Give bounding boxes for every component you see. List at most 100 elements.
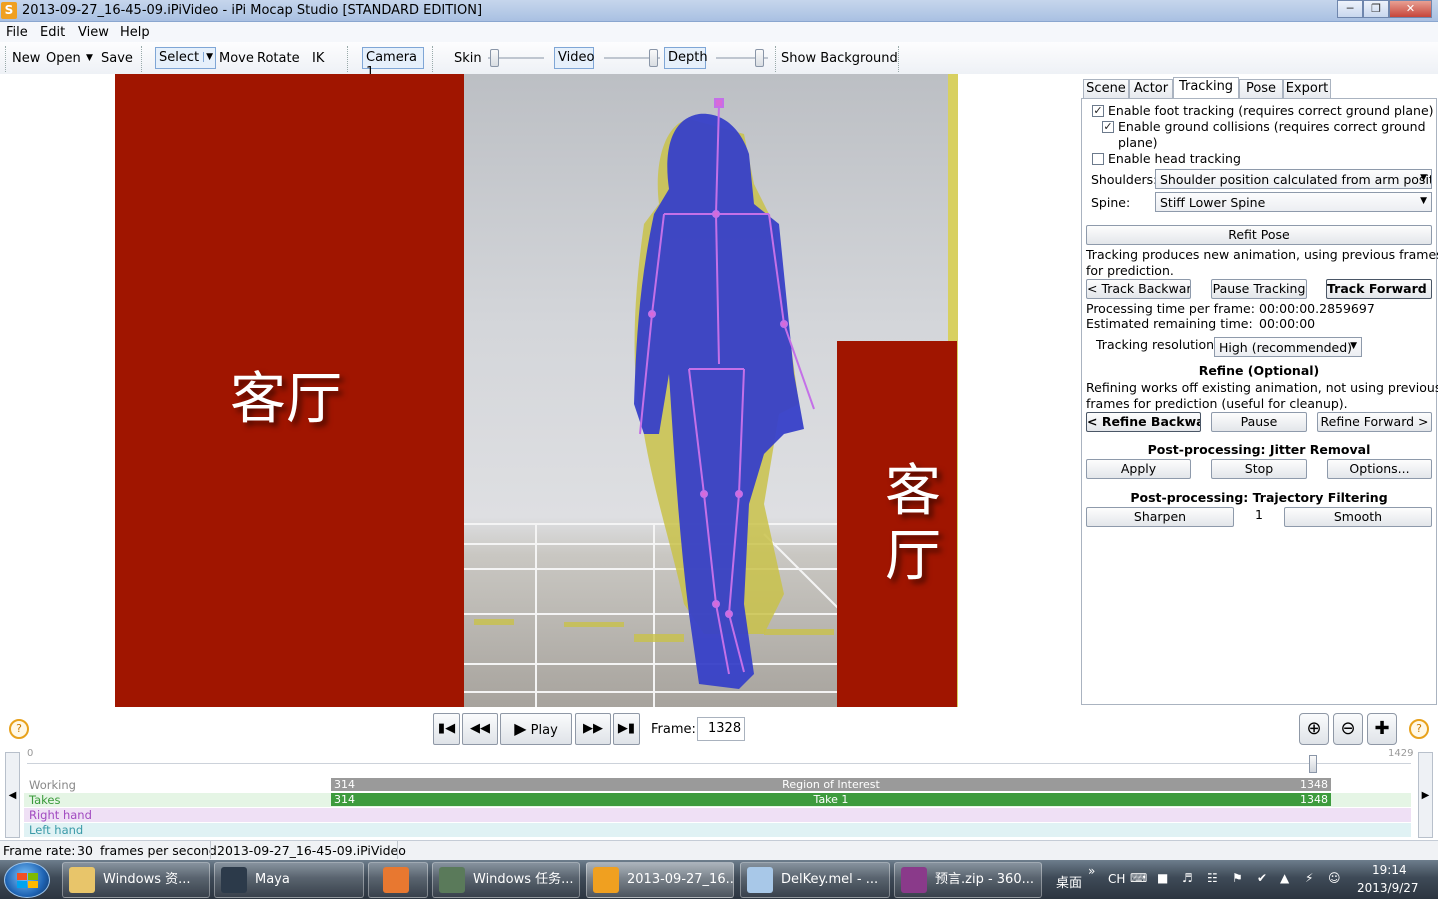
help-icon[interactable]: ? [1409,719,1429,739]
menu-view[interactable]: View [78,25,109,40]
tray-app-icon[interactable]: ■ [1157,871,1168,885]
refine-forward-button[interactable]: Refine Forward > [1317,412,1432,432]
taskbar-ipi-mocap[interactable]: 2013-09-27_16... [586,862,734,898]
tab-export[interactable]: Export [1283,79,1331,99]
tab-tracking[interactable]: Tracking [1173,77,1239,100]
refit-pose-button[interactable]: Refit Pose [1086,225,1432,245]
close-icon[interactable]: ✕ [1389,0,1432,18]
skip-start-icon: ▮◀ [437,721,456,736]
go-to-start-button[interactable]: ▮◀ [433,713,460,745]
tray-app-icon[interactable]: ▲ [1280,871,1289,885]
toolbar-grip[interactable] [0,46,6,72]
start-button[interactable] [4,862,50,898]
timeline-scroll-right[interactable]: ▶ [1418,752,1433,838]
toolbar-grip[interactable] [342,46,348,72]
minimize-icon[interactable]: ─ [1337,0,1363,18]
keyboard-icon[interactable]: ⌨ [1130,871,1147,885]
rewind-button[interactable]: ◀◀ [462,713,498,745]
refine-pause-button[interactable]: Pause [1211,412,1307,432]
smooth-button[interactable]: Smooth [1284,507,1432,527]
depth-button[interactable]: Depth [664,47,708,69]
fast-forward-button[interactable]: ▶▶ [575,713,611,745]
depth-slider[interactable] [716,49,768,67]
video-slider-knob[interactable] [649,49,658,67]
spine-select[interactable]: Stiff Lower Spine ▼ [1155,192,1432,212]
tracking-resolution-select[interactable]: High (recommended) ▼ [1214,337,1362,357]
depth-slider-knob[interactable] [755,49,764,67]
taskbar-delkey[interactable]: DelKey.mel - ... [740,862,890,898]
move-button[interactable]: Move [219,51,254,66]
power-icon[interactable]: ⚡ [1305,871,1313,885]
timeline-scroll-left[interactable]: ◀ [5,752,20,838]
video-slider[interactable] [604,49,660,67]
zoom-out-button[interactable]: ⊖ [1333,713,1363,745]
taskbar-maya[interactable]: Maya [214,862,364,898]
open-dropdown-icon[interactable]: ▼ [86,53,93,63]
track-forward-button[interactable]: Track Forward > [1326,279,1432,299]
track-backward-button[interactable]: < Track Backward [1086,279,1191,299]
go-to-end-button[interactable]: ▶▮ [613,713,640,745]
clock-time[interactable]: 19:14 [1372,863,1407,877]
row-label: Right hand [29,808,92,822]
select-dropdown-icon[interactable]: ▼ [203,52,213,62]
skin-slider-knob[interactable] [490,49,499,67]
taskbar-task-manager[interactable]: Windows 任务... [432,862,580,898]
toolbar-grip[interactable] [770,46,776,72]
camera-button[interactable]: Camera 1 [362,47,424,80]
video-button[interactable]: Video [554,47,594,69]
head-tracking-checkbox[interactable] [1092,153,1104,165]
region-of-interest-bar[interactable]: 314 Region of Interest 1348 [331,778,1331,791]
new-button[interactable]: New [12,51,40,66]
maximize-icon[interactable]: ❐ [1363,0,1389,18]
clock-date[interactable]: 2013/9/27 [1357,881,1419,895]
shoulders-select[interactable]: Shoulder position calculated from arm po… [1155,169,1432,189]
3d-viewport[interactable]: 客厅 客 厅 [115,74,958,707]
shield-icon[interactable]: ✔ [1257,871,1267,885]
tab-pose[interactable]: Pose [1239,79,1283,99]
taskbar-app[interactable] [368,862,428,898]
pause-tracking-button[interactable]: Pause Tracking [1211,279,1307,299]
rotate-button[interactable]: Rotate [257,51,300,66]
watermark-panel-right: 客 厅 [837,341,957,707]
toolbar-grip[interactable] [427,46,433,72]
language-indicator[interactable]: CH [1108,872,1125,886]
save-button[interactable]: Save [101,51,133,66]
play-button[interactable]: ▶ Play [500,713,572,745]
tab-scene[interactable]: Scene [1083,79,1129,99]
sharpen-button[interactable]: Sharpen [1086,507,1234,527]
network-icon[interactable]: ☷ [1207,871,1218,885]
refine-backward-button[interactable]: < Refine Backward [1086,412,1201,432]
security-icon[interactable]: ⚑ [1232,871,1243,885]
taskbar-zip[interactable]: 预言.zip - 360... [894,862,1042,898]
toolbar-grip[interactable] [136,46,142,72]
help-icon[interactable]: ? [9,719,29,739]
timeline[interactable]: 0 1429 Working 314 Region of Interest 13… [24,748,1414,840]
skin-slider[interactable] [488,49,544,67]
toolbar-expand-icon[interactable]: » [1088,864,1095,878]
show-background-button[interactable]: Show Background [781,51,898,66]
menu-edit[interactable]: Edit [40,25,65,40]
tab-actor[interactable]: Actor [1129,79,1173,99]
ik-button[interactable]: IK [312,51,324,66]
zoom-in-button[interactable]: ⊕ [1299,713,1329,745]
ground-collisions-checkbox[interactable]: ✓ [1102,121,1114,133]
fit-timeline-button[interactable]: ✚ [1367,713,1397,745]
options-button[interactable]: Options... [1327,459,1432,479]
menu-file[interactable]: File [6,25,28,40]
select-button[interactable]: Select ▼ [155,47,216,69]
foot-tracking-checkbox[interactable]: ✓ [1092,105,1104,117]
stop-button[interactable]: Stop [1211,459,1307,479]
apply-button[interactable]: Apply [1086,459,1191,479]
timeline-cursor[interactable] [1309,755,1317,773]
menu-help[interactable]: Help [120,25,150,40]
frame-input[interactable]: 1328 [697,717,745,741]
take-bar[interactable]: 314 Take 1 1348 [331,793,1331,806]
row-label: Left hand [29,823,84,837]
open-button[interactable]: Open [46,51,81,66]
volume-icon[interactable]: ♬ [1182,871,1193,885]
toolbar-grip[interactable] [893,46,899,72]
smiley-icon[interactable]: ☺ [1328,871,1341,885]
head-tracking-label: Enable head tracking [1108,151,1241,166]
desktop-toolbar[interactable]: 桌面 [1056,872,1082,891]
taskbar-explorer[interactable]: Windows 资... [62,862,210,898]
